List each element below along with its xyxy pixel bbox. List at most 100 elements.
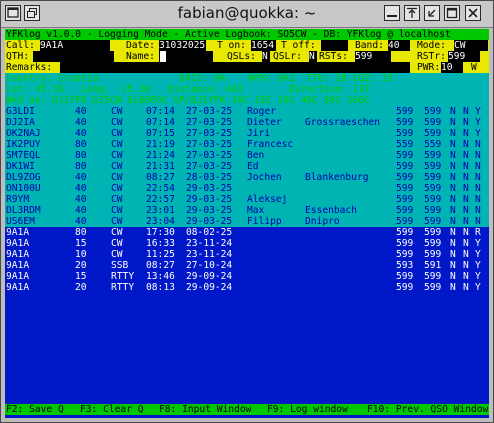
qso-row[interactable]: G3LDI 40 CW 07:14 27-03-25 Roger 599 599 N N Y (5, 106, 489, 117)
qso-rstr: 599 (424, 106, 442, 117)
qso-time: 08:27 (146, 260, 175, 271)
time-on-label: T on: (217, 40, 246, 51)
f8-input-window-key[interactable]: F8: Input Window (159, 404, 251, 415)
status-text: YFKlog v1.0.0 - Logging Mode - Active Lo… (6, 29, 451, 40)
qso-row[interactable]: 9A1A 20 RTTY 08:13 29-09-24 599 599 N N Y (5, 282, 489, 293)
rstr-label: RSTr: (417, 51, 446, 62)
qso-row[interactable]: DL3RDM 40 CW 23:01 29-03-25 Max Essenbach 599 59… (5, 205, 489, 216)
qso-band: 40 (75, 106, 87, 117)
qso-time: 22:57 (146, 194, 175, 205)
qso-mode: CW (111, 216, 123, 227)
qso-row[interactable]: 9A1A 80 CW 17:30 08-02-25 599 599 N N R (5, 227, 489, 238)
qso-date: 29-03-25 (186, 205, 233, 216)
qso-flag: Y (475, 271, 481, 282)
qso-mode: CW (111, 106, 123, 117)
qso-call: SM7EQL (6, 150, 41, 161)
qslr-input[interactable]: N (309, 51, 317, 62)
qso-row[interactable]: 9A1A 20 SSB 08:27 27-10-24 593 591 N N Y (5, 260, 489, 271)
qso-qslr: N (463, 249, 469, 260)
arrow-up-icon[interactable] (404, 5, 420, 21)
qso-time: 08:27 (146, 172, 175, 183)
qso-mode: CW (111, 172, 123, 183)
qso-date: 27-03-25 (186, 150, 233, 161)
qso-qslr: N (463, 238, 469, 249)
qso-qslr: N (463, 282, 469, 293)
qso-row[interactable]: DL9ZOG 40 CW 08:27 28-03-25 Jochen Blankenburg… (5, 172, 489, 183)
maximize-icon[interactable] (444, 5, 460, 21)
qso-row[interactable]: 9A1A 15 CW 16:33 23-11-24 599 599 N N Y (5, 238, 489, 249)
time-off-input[interactable] (321, 40, 348, 51)
remarks-input[interactable] (60, 62, 410, 73)
qso-call: DJ2IA (6, 117, 35, 128)
qso-flag: R (475, 227, 481, 238)
qso-flag: N (475, 194, 481, 205)
worked-info-line: Wkd as: DJ1YFK DJ5CW DL80FOC SP/DJ1YFK 1… (5, 95, 489, 106)
band-input[interactable]: 40 (388, 40, 410, 51)
qth-input[interactable] (33, 51, 114, 62)
qso-row[interactable]: DJ2IA 40 CW 07:14 27-03-25 Dieter Grossraesche… (5, 117, 489, 128)
qso-flag: N (475, 183, 481, 194)
qso-time: 23:04 (146, 216, 175, 227)
f2-save-key[interactable]: F2: Save Q (6, 404, 64, 415)
qso-call: ON100U (6, 183, 41, 194)
qso-rsts: 599 (396, 205, 414, 216)
f3-clear-key[interactable]: F3: Clear Q (80, 404, 144, 415)
pwr-input[interactable]: 10 (441, 62, 463, 73)
qso-flag: Y (475, 106, 481, 117)
qso-band: 40 (75, 194, 87, 205)
qso-row[interactable]: OK2NAJ 40 CW 07:15 27-03-25 Jiri 599 599 N N Y (5, 128, 489, 139)
qso-rstr: 599 (424, 183, 442, 194)
time-on-input[interactable]: 1654 (251, 40, 276, 51)
date-input[interactable]: 31032025 (159, 40, 206, 51)
country-line: Country: Croatia DXCC: 9A WPX: 9A1 ITU: … (6, 73, 393, 84)
qso-date: 08-02-25 (186, 227, 233, 238)
minimize-icon[interactable] (424, 5, 440, 21)
qso-row[interactable]: R9YM 40 CW 22:57 29-03-25 Aleksej 599 599 N N N (5, 194, 489, 205)
qso-row[interactable]: 9A1A 10 CW 11:25 23-11-24 599 599 N N Y (5, 249, 489, 260)
qso-rstr: 599 (424, 205, 442, 216)
qso-qth: Essenbach (305, 205, 357, 216)
qso-qsls: N (450, 194, 456, 205)
qso-rsts: 599 (396, 161, 414, 172)
name-input[interactable] (159, 51, 213, 62)
status-line: YFKlog v1.0.0 - Logging Mode - Active Lo… (5, 29, 489, 40)
qso-call: 9A1A (6, 260, 30, 271)
title-bar[interactable]: fabian@quokka: ~ (1, 1, 493, 28)
qso-rstr: 599 (424, 249, 442, 260)
qso-name: Dieter (247, 117, 282, 128)
call-input[interactable]: 9A1A (40, 40, 110, 51)
qso-rsts: 599 (396, 282, 414, 293)
shade-icon[interactable] (384, 5, 400, 21)
qso-qth: Blankenburg (305, 172, 369, 183)
date-label: Date: (126, 40, 155, 51)
qso-row[interactable]: US6EM 40 CW 23:04 29-03-25 Filipp Dnipro 599 599… (5, 216, 489, 227)
qso-call: 9A1A (6, 238, 30, 249)
qso-qslr: N (463, 150, 469, 161)
qso-date: 29-03-25 (186, 183, 233, 194)
qso-call: 9A1A (6, 227, 30, 238)
qso-row[interactable]: DK1WI 80 CW 21:31 27-03-25 Ed 599 599 N N N (5, 161, 489, 172)
pwr-unit: W (471, 62, 477, 73)
qso-rstr: 591 (424, 260, 442, 271)
qso-date: 29-09-24 (186, 282, 233, 293)
f9-log-window-key[interactable]: F9: Log window (267, 404, 348, 415)
qso-band: 40 (75, 128, 87, 139)
close-icon[interactable] (465, 5, 481, 21)
mode-input[interactable]: CW (454, 40, 488, 51)
qso-call: 9A1A (6, 249, 30, 260)
terminal-area[interactable]: YFKlog v1.0.0 - Logging Mode - Active Lo… (5, 29, 489, 418)
qso-row[interactable]: SM7EQL 80 CW 21:24 27-03-25 Ben 599 599 N N N (5, 150, 489, 161)
qso-row[interactable]: IK2PUY 80 CW 21:19 27-03-25 Francesc 559 559 N N N (5, 139, 489, 150)
qso-band: 40 (75, 205, 87, 216)
qso-flag: N (475, 161, 481, 172)
rstr-input[interactable]: 599 (448, 51, 480, 62)
qso-input-row-3: Remarks: PWR: 10 W (5, 62, 489, 73)
qsls-input[interactable]: N (262, 51, 270, 62)
qso-row[interactable]: 9A1A 15 RTTY 13:46 29-09-24 599 599 N N Y (5, 271, 489, 282)
qso-flag: N (475, 172, 481, 183)
qso-rsts: 599 (396, 249, 414, 260)
qso-date: 28-03-25 (186, 172, 233, 183)
qso-row[interactable]: ON100U 40 CW 22:54 29-03-25 599 599 N N N (5, 183, 489, 194)
f10-prev-qso-window-key[interactable]: F10: Prev. QSO Window (367, 404, 488, 415)
rsts-input[interactable]: 599 (355, 51, 391, 62)
